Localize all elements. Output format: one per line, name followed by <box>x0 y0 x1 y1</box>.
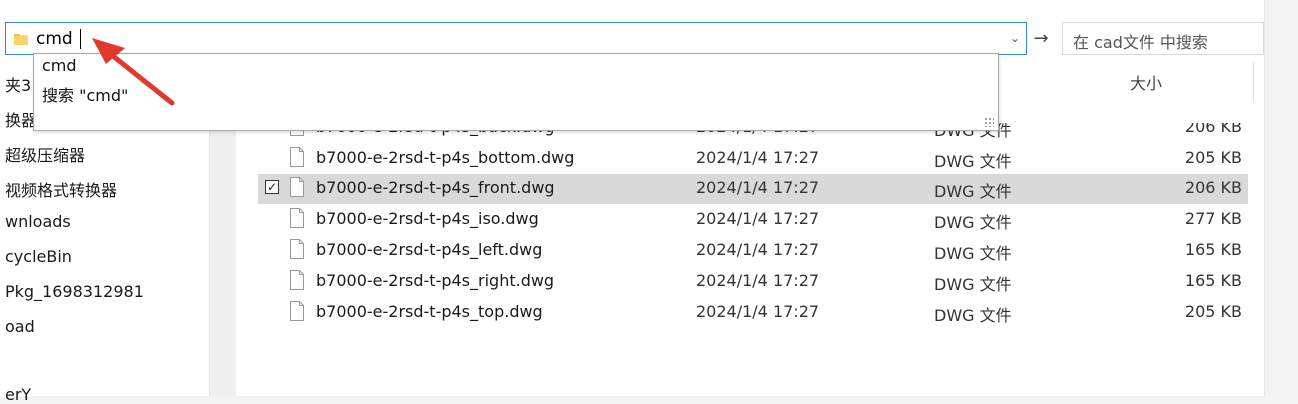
autocomplete-dropdown: cmd 搜索 "cmd" <box>33 53 999 131</box>
text-caret <box>80 29 81 49</box>
column-header-size[interactable]: 大小 <box>1130 70 1162 94</box>
file-name: b7000-e-2rsd-t-p4s_top.dwg <box>316 302 543 321</box>
file-type: DWG 文件 <box>934 244 1012 263</box>
row-checkbox[interactable]: ✓ <box>265 180 279 194</box>
file-row-selected[interactable]: ✓ b7000-e-2rsd-t-p4s_front.dwg 2024/1/4 … <box>258 174 1248 204</box>
file-date: 2024/1/4 17:27 <box>696 178 820 197</box>
suggestion-item[interactable]: cmd <box>42 56 77 75</box>
file-row[interactable]: b7000-e-2rsd-t-p4s_bottom.dwg 2024/1/4 1… <box>258 144 1248 174</box>
column-divider <box>1253 62 1254 102</box>
file-name: b7000-e-2rsd-t-p4s_iso.dwg <box>316 209 539 228</box>
sidebar-item[interactable]: cycleBin <box>5 247 72 266</box>
file-size: 165 KB <box>1184 271 1242 290</box>
file-name: b7000-e-2rsd-t-p4s_front.dwg <box>316 178 555 197</box>
file-row[interactable]: b7000-e-2rsd-t-p4s_right.dwg 2024/1/4 17… <box>258 267 1248 297</box>
address-bar[interactable]: ⌄ <box>5 22 1027 55</box>
file-row[interactable]: b7000-e-2rsd-t-p4s_left.dwg 2024/1/4 17:… <box>258 236 1248 266</box>
file-size: 205 KB <box>1184 302 1242 321</box>
file-date: 2024/1/4 17:27 <box>696 302 820 321</box>
go-arrow-button[interactable]: → <box>1030 26 1052 52</box>
search-placeholder: 在 cad文件 中搜索 <box>1073 33 1208 52</box>
chevron-down-icon[interactable]: ⌄ <box>1010 31 1020 45</box>
file-type: DWG 文件 <box>934 182 1012 201</box>
file-name: b7000-e-2rsd-t-p4s_left.dwg <box>316 240 543 259</box>
folder-icon <box>14 34 28 45</box>
sidebar-item[interactable]: 夹3 <box>5 72 31 96</box>
search-box[interactable]: 在 cad文件 中搜索 <box>1062 22 1264 55</box>
sidebar-item[interactable]: oad <box>5 317 35 336</box>
address-input[interactable] <box>36 26 996 52</box>
file-row[interactable]: b7000-e-2rsd-t-p4s_top.dwg 2024/1/4 17:2… <box>258 298 1248 328</box>
file-icon <box>290 208 304 228</box>
file-row[interactable]: b7000-e-2rsd-t-p4s_iso.dwg 2024/1/4 17:2… <box>258 205 1248 235</box>
file-type: DWG 文件 <box>934 275 1012 294</box>
file-type: DWG 文件 <box>934 306 1012 325</box>
file-size: 277 KB <box>1184 209 1242 228</box>
file-icon <box>290 301 304 321</box>
file-date: 2024/1/4 17:27 <box>696 209 820 228</box>
sidebar-item[interactable]: 超级压缩器 <box>5 142 85 166</box>
file-size: 206 KB <box>1184 117 1242 136</box>
resize-grip-icon[interactable] <box>984 117 994 127</box>
sidebar-item[interactable]: erY <box>5 385 31 404</box>
file-type: DWG 文件 <box>934 152 1012 171</box>
file-icon <box>290 270 304 290</box>
file-size: 165 KB <box>1184 240 1242 259</box>
file-date: 2024/1/4 17:27 <box>696 240 820 259</box>
file-icon <box>290 177 304 197</box>
file-date: 2024/1/4 17:27 <box>696 271 820 290</box>
file-name: b7000-e-2rsd-t-p4s_bottom.dwg <box>316 148 575 167</box>
file-explorer-window: ⌄ → 在 cad文件 中搜索 夹3 换器 超级压缩器 视频格式转换器 wnlo… <box>0 0 1265 404</box>
file-icon <box>290 147 304 167</box>
file-type: DWG 文件 <box>934 213 1012 232</box>
suggestion-item[interactable]: 搜索 "cmd" <box>42 82 128 106</box>
file-date: 2024/1/4 17:27 <box>696 148 820 167</box>
sidebar-item[interactable]: Pkg_1698312981 <box>5 282 144 301</box>
file-size: 206 KB <box>1184 178 1242 197</box>
file-icon <box>290 239 304 259</box>
file-name: b7000-e-2rsd-t-p4s_right.dwg <box>316 271 555 290</box>
sidebar-item[interactable]: wnloads <box>5 212 71 231</box>
sidebar-item[interactable]: 视频格式转换器 <box>5 177 117 201</box>
file-size: 205 KB <box>1184 148 1242 167</box>
